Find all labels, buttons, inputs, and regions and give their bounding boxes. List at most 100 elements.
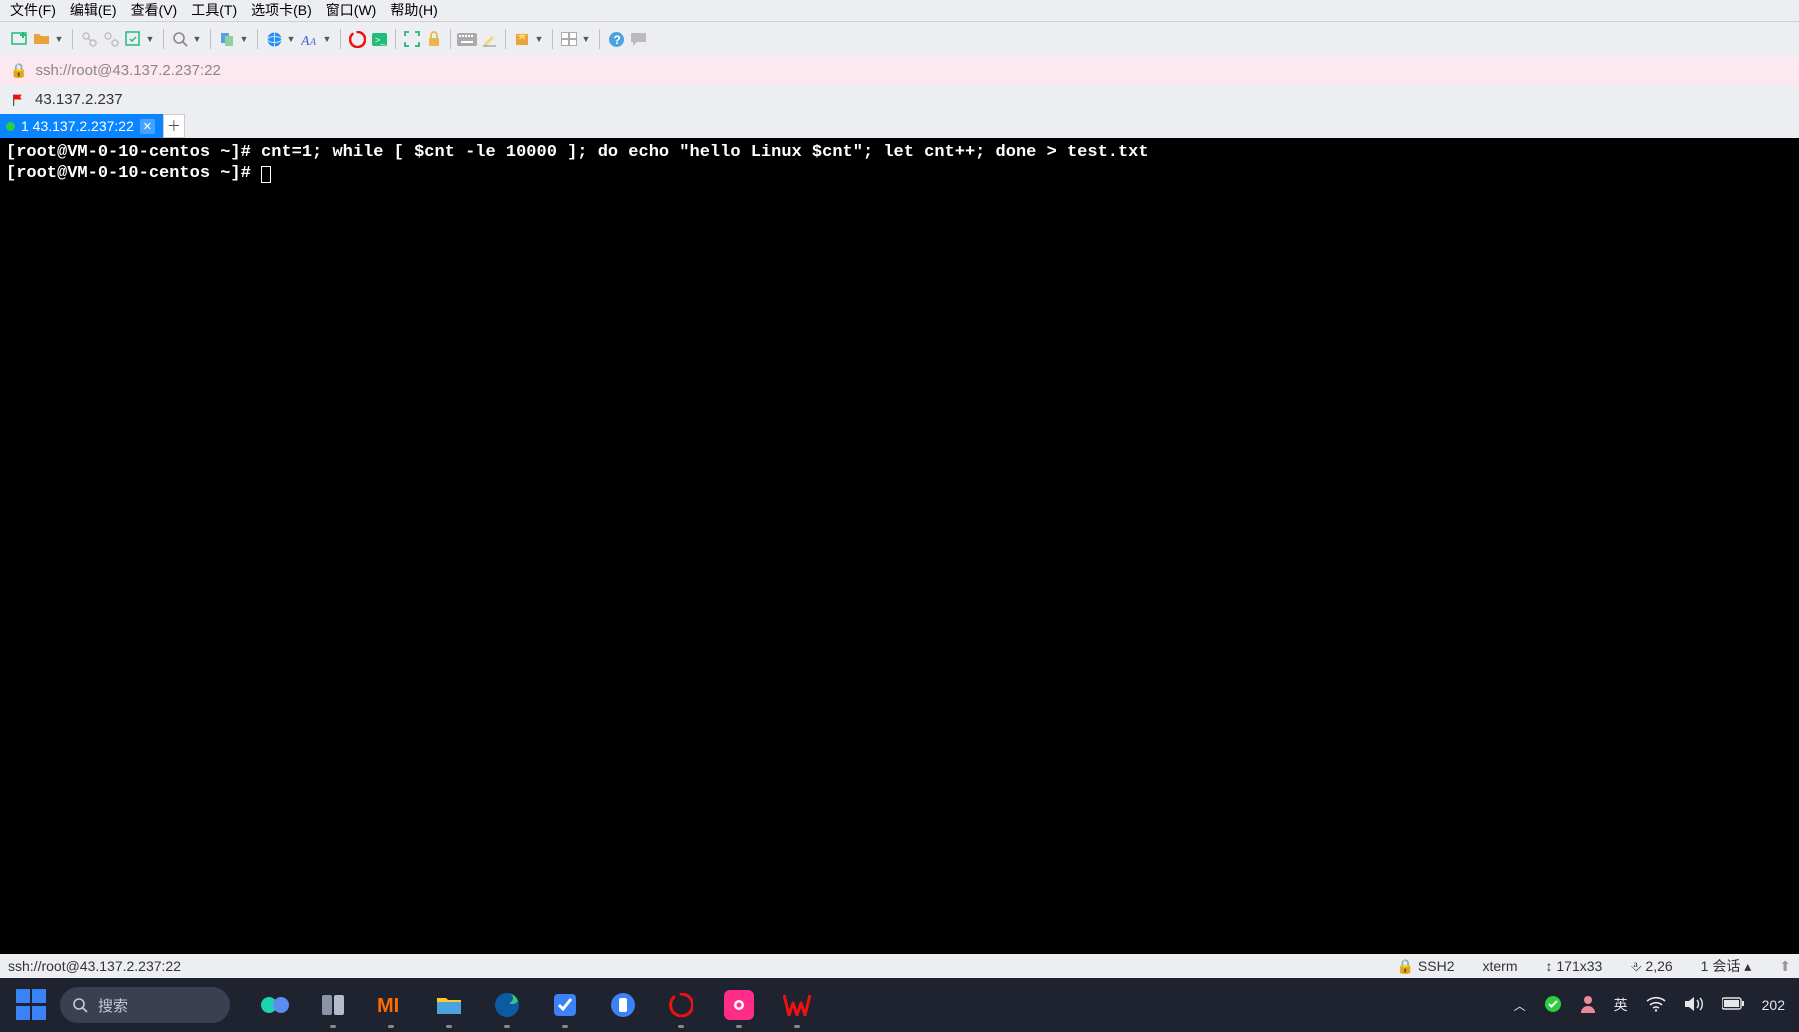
help-icon[interactable]: ? (606, 29, 626, 49)
lock-icon: 🔒 (10, 62, 27, 79)
toolbar: ▼ ▼ ▼ ▼ ▼ AA ▼ >_ (0, 22, 1799, 56)
svg-text:?: ? (613, 33, 620, 47)
search-icon (72, 997, 88, 1013)
menu-tabs[interactable]: 选项卡(B) (251, 0, 312, 20)
tray-overflow-icon[interactable]: ︿ (1514, 997, 1526, 1014)
search-icon[interactable] (170, 29, 190, 49)
menu-tools[interactable]: 工具(T) (191, 0, 237, 20)
menu-edit[interactable]: 编辑(E) (70, 0, 117, 20)
terminal-line: [root@VM-0-10-centos ~]# cnt=1; while [ … (6, 143, 1149, 162)
toolbar-separator (552, 29, 553, 49)
toolbar-separator (505, 29, 506, 49)
layout-icon[interactable] (559, 29, 579, 49)
fullscreen-icon[interactable] (402, 29, 422, 49)
toolbar-separator (210, 29, 211, 49)
open-folder-dropdown[interactable]: ▼ (54, 34, 64, 44)
address-bar[interactable]: 🔒 ssh://root@43.137.2.237:22 (0, 56, 1799, 84)
tray-clock[interactable]: 202 (1762, 998, 1785, 1012)
taskbar-explorer-icon[interactable] (434, 990, 464, 1020)
layout-dropdown[interactable]: ▼ (581, 34, 591, 44)
bookmark-dropdown[interactable]: ▼ (534, 34, 544, 44)
copy-dropdown[interactable]: ▼ (239, 34, 249, 44)
search-dropdown[interactable]: ▼ (192, 34, 202, 44)
highlight-icon[interactable] (479, 29, 499, 49)
new-tab-button[interactable]: ＋ (163, 114, 185, 138)
taskbar-capture-icon[interactable] (724, 990, 754, 1020)
font-icon[interactable]: AA (300, 29, 320, 49)
status-protocol: 🔒SSH2 (1396, 958, 1454, 975)
new-session-icon[interactable] (10, 29, 30, 49)
connection-bar: 43.137.2.237 (0, 84, 1799, 114)
menu-window[interactable]: 窗口(W) (326, 0, 377, 20)
taskbar-mi-icon[interactable]: MI (376, 990, 406, 1020)
globe-icon[interactable] (264, 29, 284, 49)
copy-icon[interactable] (217, 29, 237, 49)
svg-text:A: A (309, 37, 317, 47)
menu-view[interactable]: 查看(V) (131, 0, 178, 20)
terminal-green-icon[interactable]: >_ (369, 29, 389, 49)
reconnect-dropdown[interactable]: ▼ (145, 34, 155, 44)
taskbar-phone-icon[interactable] (608, 990, 638, 1020)
tray-wifi-icon[interactable] (1646, 996, 1666, 1015)
status-cursor-pos: ⎀ 2,26 (1630, 958, 1672, 975)
taskbar-search[interactable]: 搜索 (60, 987, 230, 1023)
reconnect-all-icon[interactable] (123, 29, 143, 49)
svg-text:A: A (301, 34, 310, 47)
tray-user-icon[interactable] (1580, 995, 1596, 1016)
toolbar-separator (257, 29, 258, 49)
status-term-type: xterm (1482, 958, 1517, 974)
session-tab[interactable]: 1 43.137.2.237:22 ✕ (0, 114, 163, 138)
svg-text:>_: >_ (375, 35, 386, 45)
connection-host[interactable]: 43.137.2.237 (35, 91, 123, 108)
taskbar-wps-icon[interactable] (782, 990, 812, 1020)
toolbar-separator (395, 29, 396, 49)
taskbar-xshell-icon[interactable] (666, 990, 696, 1020)
toolbar-separator (599, 29, 600, 49)
toolbar-separator (450, 29, 451, 49)
tray-battery-icon[interactable] (1722, 997, 1744, 1013)
search-placeholder: 搜索 (98, 995, 128, 1016)
taskbar-task-view-icon[interactable] (318, 990, 348, 1020)
spiral-red-icon[interactable] (347, 29, 367, 49)
cursor-icon (261, 166, 271, 183)
open-folder-icon[interactable] (32, 29, 52, 49)
tab-close-button[interactable]: ✕ (140, 119, 155, 134)
menu-help[interactable]: 帮助(H) (390, 0, 437, 20)
tray-volume-icon[interactable] (1684, 996, 1704, 1015)
status-sessions[interactable]: 1 会话 ▴ (1701, 956, 1752, 976)
flag-icon (12, 93, 25, 106)
address-url: ssh://root@43.137.2.237:22 (35, 62, 220, 79)
tab-bar: 1 43.137.2.237:22 ✕ ＋ (0, 114, 1799, 138)
taskbar-widget-icon[interactable] (260, 990, 290, 1020)
status-size: ↕ 171x33 (1545, 958, 1602, 974)
keyboard-icon[interactable] (457, 29, 477, 49)
globe-dropdown[interactable]: ▼ (286, 34, 296, 44)
font-dropdown[interactable]: ▼ (322, 34, 332, 44)
reconnect-icon[interactable] (79, 29, 99, 49)
toolbar-separator (163, 29, 164, 49)
tray-ime[interactable]: 英 (1614, 995, 1628, 1015)
tray-security-icon[interactable] (1544, 995, 1562, 1016)
status-connected-icon (6, 122, 15, 131)
tab-label: 1 43.137.2.237:22 (21, 118, 134, 134)
lock-icon[interactable] (424, 29, 444, 49)
toolbar-separator (340, 29, 341, 49)
menu-file[interactable]: 文件(F) (10, 0, 56, 20)
toolbar-separator (72, 29, 73, 49)
terminal-line: [root@VM-0-10-centos ~]# (6, 164, 261, 183)
status-bar: ssh://root@43.137.2.237:22 🔒SSH2 xterm ↕… (0, 954, 1799, 978)
bookmark-icon[interactable] (512, 29, 532, 49)
taskbar-apps: MI (260, 990, 812, 1020)
system-tray: ︿ 英 202 (1514, 995, 1799, 1016)
status-address: ssh://root@43.137.2.237:22 (8, 958, 1396, 974)
windows-taskbar: 搜索 MI ︿ (0, 978, 1799, 1032)
terminal[interactable]: [root@VM-0-10-centos ~]# cnt=1; while [ … (0, 138, 1799, 954)
start-button[interactable] (16, 989, 48, 1021)
svg-text:MI: MI (377, 995, 399, 1015)
taskbar-todo-icon[interactable] (550, 990, 580, 1020)
taskbar-edge-icon[interactable] (492, 990, 522, 1020)
disconnect-icon[interactable] (101, 29, 121, 49)
menu-bar: 文件(F) 编辑(E) 查看(V) 工具(T) 选项卡(B) 窗口(W) 帮助(… (0, 0, 1799, 22)
chat-icon[interactable] (628, 29, 648, 49)
status-upload-icon[interactable]: ⬆ (1779, 958, 1791, 975)
